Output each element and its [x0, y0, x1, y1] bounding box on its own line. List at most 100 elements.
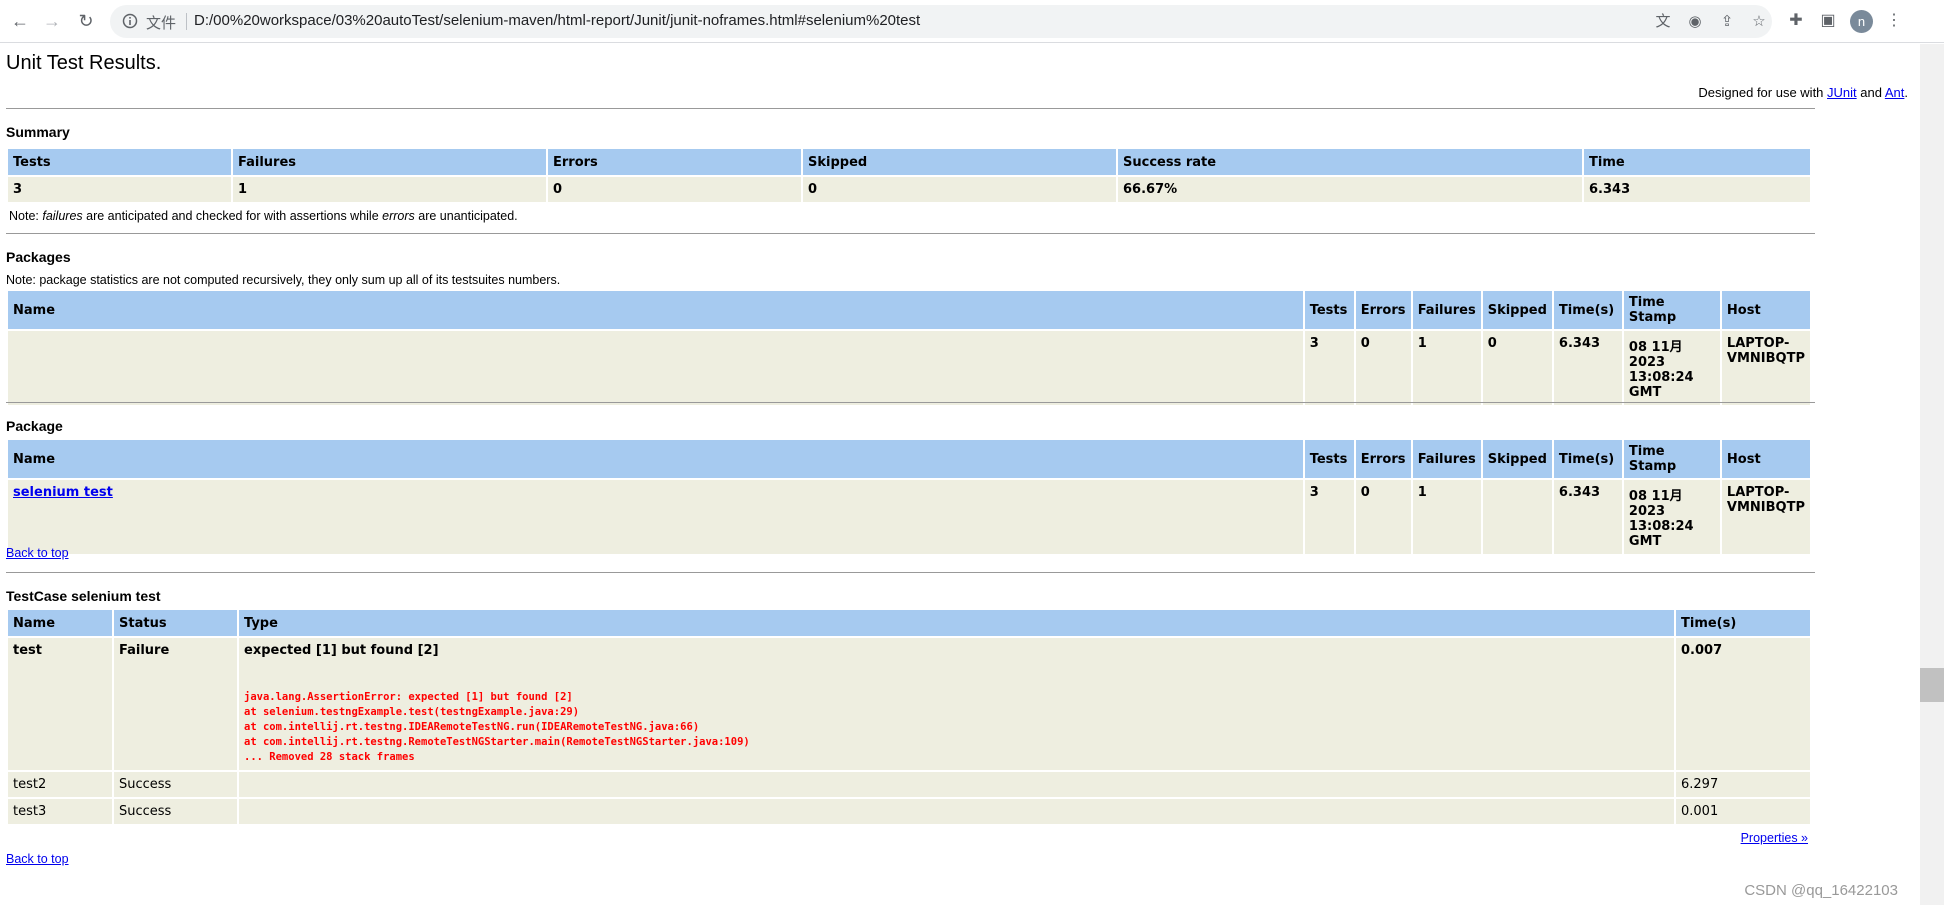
failure-message: expected [1] but found [2] [244, 643, 439, 658]
testcase-table: Name Status Type Time(s) test Failure ex… [6, 608, 1812, 826]
testcase-type [239, 799, 1674, 824]
side-panel-icon[interactable]: ▣ [1818, 11, 1838, 31]
testcase-heading: TestCase selenium test [6, 588, 161, 604]
divider [6, 233, 1815, 234]
url-text[interactable]: D:/00%20workspace/03%20autoTest/selenium… [194, 12, 920, 29]
summary-success-rate: 66.67% [1118, 177, 1582, 202]
testcase-row: test3 Success 0.001 [8, 799, 1810, 824]
browser-toolbar: ← → ↻ 文件 D:/00%20workspace/03%20autoTest… [0, 0, 1944, 43]
col-skipped: Skipped [1482, 440, 1552, 478]
note-suffix: are unanticipated. [414, 209, 518, 223]
properties-link[interactable]: Properties » [1741, 831, 1808, 845]
address-bar[interactable]: 文件 D:/00%20workspace/03%20autoTest/selen… [110, 5, 1772, 38]
menu-kebab-icon[interactable]: ⋮ [1884, 11, 1904, 31]
col-status: Status [114, 610, 237, 636]
packages-heading: Packages [6, 249, 71, 265]
testcase-name: test [8, 638, 112, 770]
package-timestamp: 08 11月 2023 13:08:24 GMT [1623, 331, 1720, 405]
col-skipped: Skipped [803, 149, 1116, 175]
note-failures-word: failures [42, 209, 83, 223]
profile-avatar[interactable]: n [1850, 10, 1873, 33]
col-name: Name [8, 291, 1303, 329]
designed-for-note: Designed for use with JUnit and Ant. [1698, 85, 1908, 100]
stack-trace-line: at com.intellij.rt.testng.RemoteTestNGSt… [244, 736, 750, 748]
package-time: 6.343 [1553, 331, 1622, 405]
package-heading: Package [6, 418, 63, 434]
packages-table: Name Tests Errors Failures Skipped Time(… [6, 289, 1812, 407]
scrollbar-thumb[interactable] [1920, 668, 1944, 702]
note-middle: are anticipated and checked for with ass… [82, 209, 383, 223]
info-icon[interactable] [122, 13, 138, 29]
suite-link[interactable]: selenium test [13, 485, 113, 500]
col-skipped: Skipped [1482, 291, 1552, 329]
col-time: Time(s) [1553, 291, 1622, 329]
suite-name-cell: selenium test [8, 480, 1303, 554]
address-divider [186, 13, 187, 30]
suite-errors: 0 [1355, 480, 1411, 554]
summary-table: Tests Failures Errors Skipped Success ra… [6, 147, 1812, 204]
col-type: Type [239, 610, 1674, 636]
suite-tests: 3 [1304, 480, 1354, 554]
testcase-time: 0.007 [1676, 638, 1810, 770]
testcase-status: Success [114, 799, 237, 824]
package-skipped: 0 [1482, 331, 1552, 405]
note-prefix: Note: [9, 209, 43, 223]
suite-failures: 1 [1412, 480, 1481, 554]
testcase-time: 0.001 [1676, 799, 1810, 824]
summary-tests: 3 [8, 177, 231, 202]
translate-icon[interactable]: 文 [1654, 13, 1672, 31]
col-time: Time [1584, 149, 1810, 175]
package-failures: 1 [1412, 331, 1481, 405]
testcase-row: test2 Success 6.297 [8, 772, 1810, 797]
summary-errors: 0 [548, 177, 801, 202]
col-tests: Tests [8, 149, 231, 175]
vertical-scrollbar[interactable] [1920, 44, 1944, 905]
watermark: CSDN @qq_16422103 [1744, 882, 1898, 899]
testcase-type [239, 772, 1674, 797]
packages-note: Note: package statistics are not compute… [6, 273, 561, 287]
back-to-top-link[interactable]: Back to top [6, 852, 69, 866]
back-arrow-icon[interactable]: ← [8, 9, 32, 33]
package-errors: 0 [1355, 331, 1411, 405]
stack-trace-line: ... Removed 28 stack frames [244, 751, 415, 763]
junit-link[interactable]: JUnit [1827, 85, 1857, 100]
col-failures: Failures [233, 149, 546, 175]
packages-data-row: 3 0 1 0 6.343 08 11月 2023 13:08:24 GMT L… [8, 331, 1810, 405]
eye-icon[interactable]: ◉ [1686, 13, 1704, 31]
col-success-rate: Success rate [1118, 149, 1582, 175]
reload-icon[interactable]: ↻ [74, 9, 98, 33]
page-title: Unit Test Results. [6, 52, 162, 74]
package-data-row: selenium test 3 0 1 6.343 08 11月 2023 13… [8, 480, 1810, 554]
summary-time: 6.343 [1584, 177, 1810, 202]
divider [6, 108, 1815, 109]
suite-host: LAPTOP-VMNIBQTP [1721, 480, 1810, 554]
col-name: Name [8, 440, 1303, 478]
summary-heading: Summary [6, 124, 70, 140]
col-time-stamp: Time Stamp [1623, 291, 1720, 329]
testcase-type-cell: expected [1] but found [2] java.lang.Ass… [239, 638, 1674, 770]
share-icon[interactable]: ⇪ [1718, 13, 1736, 31]
testcase-status: Failure [114, 638, 237, 770]
summary-data-row: 3 1 0 0 66.67% 6.343 [8, 177, 1810, 202]
stack-trace-line: at selenium.testngExample.test(testngExa… [244, 706, 580, 718]
forward-arrow-icon[interactable]: → [40, 9, 64, 33]
summary-note: Note: failures are anticipated and check… [9, 209, 518, 223]
package-table: Name Tests Errors Failures Skipped Time(… [6, 438, 1812, 556]
col-host: Host [1721, 291, 1810, 329]
stack-trace-line: java.lang.AssertionError: expected [1] b… [244, 691, 573, 703]
ant-link[interactable]: Ant [1885, 85, 1905, 100]
designed-and: and [1856, 85, 1885, 100]
summary-header-row: Tests Failures Errors Skipped Success ra… [8, 149, 1810, 175]
note-errors-word: errors [382, 209, 415, 223]
extensions-puzzle-icon[interactable]: ✚ [1786, 11, 1806, 31]
testcase-name: test3 [8, 799, 112, 824]
stack-trace-line: at com.intellij.rt.testng.IDEARemoteTest… [244, 721, 700, 733]
col-tests: Tests [1304, 291, 1354, 329]
col-failures: Failures [1412, 291, 1481, 329]
summary-failures: 1 [233, 177, 546, 202]
file-scheme-label: 文件 [146, 15, 177, 32]
bookmark-star-icon[interactable]: ☆ [1750, 13, 1768, 31]
suite-time: 6.343 [1553, 480, 1622, 554]
divider [6, 402, 1815, 403]
back-to-top-link[interactable]: Back to top [6, 546, 69, 560]
